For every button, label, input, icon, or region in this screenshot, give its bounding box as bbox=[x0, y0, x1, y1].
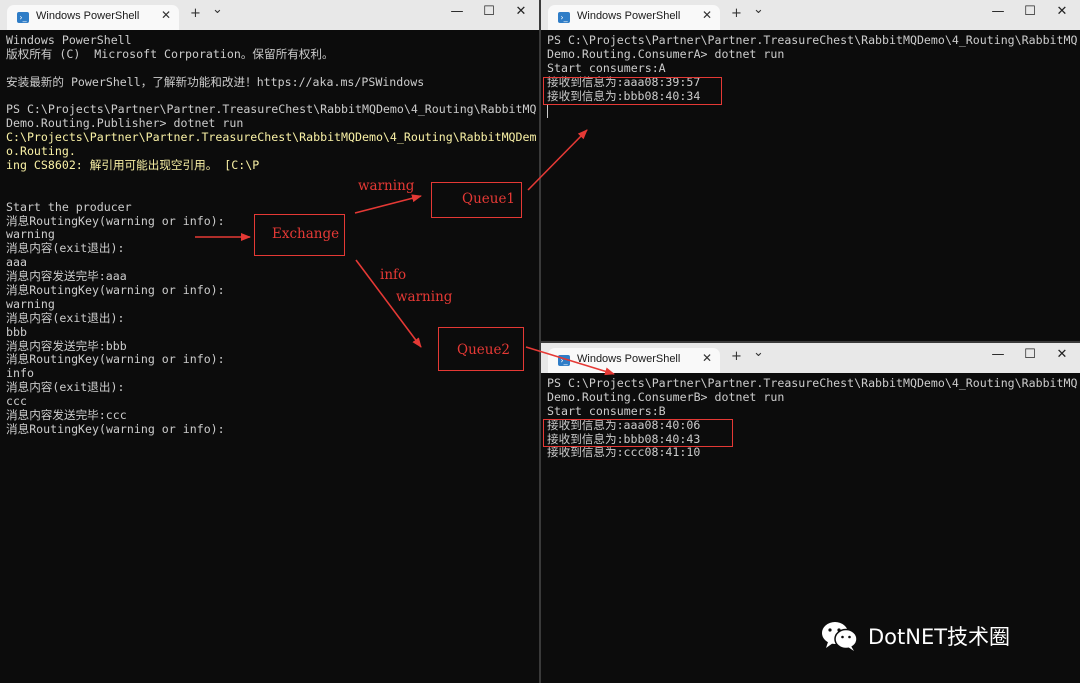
tab-title: Windows PowerShell bbox=[577, 10, 681, 22]
console-line: 消息RoutingKey(warning or info): bbox=[6, 213, 225, 228]
console-line: 版权所有 (C) Microsoft Corporation。保留所有权利。 bbox=[6, 46, 334, 61]
console-line: 接收到信息为:ccc08:41:10 bbox=[547, 445, 701, 460]
powershell-icon: ›_ bbox=[558, 355, 570, 366]
console-line: 消息RoutingKey(warning or info): bbox=[6, 283, 225, 298]
tab-dropdown-chevron-down-icon[interactable]: ⌄ bbox=[753, 2, 764, 17]
console-line: PS C:\Projects\Partner\Partner.TreasureC… bbox=[547, 33, 1078, 47]
console-line: info bbox=[6, 366, 34, 381]
text-cursor bbox=[547, 104, 548, 118]
tab-close-icon[interactable]: ✕ bbox=[161, 8, 171, 22]
console-line: bbb bbox=[6, 324, 27, 339]
console-line: 消息内容发送完毕:ccc bbox=[6, 408, 127, 423]
console-line: 消息RoutingKey(warning or info): bbox=[6, 421, 225, 436]
tab-dropdown-chevron-down-icon[interactable]: ⌄ bbox=[753, 345, 764, 360]
console-line: 消息RoutingKey(warning or info): bbox=[6, 352, 225, 367]
consumer-a-console-output[interactable]: PS C:\Projects\Partner\Partner.TreasureC… bbox=[547, 33, 1078, 341]
new-tab-button[interactable]: + bbox=[190, 6, 201, 21]
minimize-button[interactable]: — bbox=[983, 347, 1013, 362]
console-line: PS C:\Projects\Partner\Partner.TreasureC… bbox=[547, 376, 1078, 390]
tab-title: Windows PowerShell bbox=[36, 10, 140, 22]
console-line: Windows PowerShell bbox=[6, 33, 132, 47]
console-line: Start consumers:A bbox=[547, 60, 666, 75]
console-line: PS C:\Projects\Partner\Partner.TreasureC… bbox=[6, 102, 537, 117]
publisher-tab[interactable]: ›_ Windows PowerShell ✕ bbox=[7, 5, 179, 30]
console-line: ccc bbox=[6, 394, 27, 409]
maximize-button[interactable]: ☐ bbox=[1015, 4, 1045, 19]
close-button[interactable]: ✕ bbox=[506, 4, 536, 19]
powershell-icon: ›_ bbox=[17, 12, 29, 23]
consumer-a-terminal-window: ›_ Windows PowerShell ✕ + ⌄ — ☐ ✕ PS C:\… bbox=[541, 0, 1080, 341]
console-line: C:\Projects\Partner\Partner.TreasureChes… bbox=[6, 130, 537, 145]
tab-close-icon[interactable]: ✕ bbox=[702, 8, 712, 22]
tab-close-icon[interactable]: ✕ bbox=[702, 351, 712, 365]
console-line: 接收到信息为:bbb08:40:43 bbox=[547, 431, 701, 446]
console-line: 消息内容(exit退出): bbox=[6, 380, 125, 395]
console-line: Start consumers:B bbox=[547, 403, 666, 418]
new-tab-button[interactable]: + bbox=[731, 349, 742, 364]
tab-dropdown-chevron-down-icon[interactable]: ⌄ bbox=[212, 2, 223, 17]
console-line: 消息内容(exit退出): bbox=[6, 310, 125, 325]
maximize-button[interactable]: ☐ bbox=[474, 4, 504, 19]
console-line: 消息内容发送完毕:aaa bbox=[6, 269, 127, 284]
new-tab-button[interactable]: + bbox=[731, 6, 742, 21]
close-button[interactable]: ✕ bbox=[1047, 347, 1077, 362]
console-line: 消息内容(exit退出): bbox=[6, 241, 125, 256]
minimize-button[interactable]: — bbox=[442, 4, 472, 19]
console-line: 接收到信息为:aaa08:40:06 bbox=[547, 417, 701, 432]
console-line: Demo.Routing.Publisher> dotnet run bbox=[6, 116, 244, 131]
consumer-a-titlebar: ›_ Windows PowerShell ✕ + ⌄ — ☐ ✕ bbox=[541, 0, 1080, 30]
minimize-button[interactable]: — bbox=[983, 4, 1013, 19]
powershell-icon: ›_ bbox=[558, 12, 570, 23]
console-line: o.Routing. bbox=[6, 144, 76, 159]
publisher-titlebar: ›_ Windows PowerShell ✕ + ⌄ — ☐ ✕ bbox=[0, 0, 539, 30]
console-line: Demo.Routing.ConsumerA> dotnet run bbox=[547, 46, 785, 61]
close-button[interactable]: ✕ bbox=[1047, 4, 1077, 19]
watermark-text: DotNET技术圈 bbox=[868, 625, 1011, 649]
consumer-a-tab[interactable]: ›_ Windows PowerShell ✕ bbox=[548, 5, 720, 30]
console-line: warning bbox=[6, 296, 55, 311]
console-line: 安装最新的 PowerShell，了解新功能和改进！https://aka.ms… bbox=[6, 74, 425, 89]
maximize-button[interactable]: ☐ bbox=[1015, 347, 1045, 362]
wechat-icon bbox=[822, 622, 858, 651]
console-line: 消息内容发送完毕:bbb bbox=[6, 338, 127, 353]
publisher-console-output[interactable]: Windows PowerShell 版权所有 (C) Microsoft Cor… bbox=[6, 33, 537, 683]
console-line: 接收到信息为:bbb08:40:34 bbox=[547, 88, 701, 103]
consumer-b-titlebar: ›_ Windows PowerShell ✕ + ⌄ — ☐ ✕ bbox=[541, 343, 1080, 373]
console-line: 接收到信息为:aaa08:39:57 bbox=[547, 74, 701, 89]
console-line: Demo.Routing.ConsumerB> dotnet run bbox=[547, 389, 785, 404]
console-line: aaa bbox=[6, 255, 27, 270]
publisher-terminal-window: ›_ Windows PowerShell ✕ + ⌄ — ☐ ✕ Window… bbox=[0, 0, 539, 683]
tab-title: Windows PowerShell bbox=[577, 353, 681, 365]
wechat-watermark: DotNET技术圈 bbox=[820, 618, 1010, 654]
consumer-b-tab[interactable]: ›_ Windows PowerShell ✕ bbox=[548, 348, 720, 373]
console-line: warning bbox=[6, 227, 55, 242]
console-line: Start the producer bbox=[6, 199, 132, 214]
console-line: ing CS8602: 解引用可能出现空引用。 [C:\P bbox=[6, 158, 260, 173]
